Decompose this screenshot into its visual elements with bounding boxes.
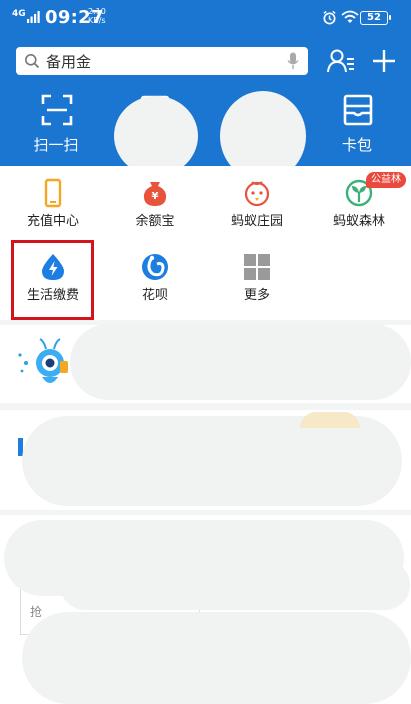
card-wallet-button[interactable]: 卡包 <box>317 94 397 164</box>
phone-recharge-icon <box>44 178 62 208</box>
service-label: 蚂蚁森林 <box>332 214 385 229</box>
service-ant-farm[interactable]: 蚂蚁庄园 <box>208 170 306 242</box>
privacy-blur <box>22 416 402 506</box>
card-decoration <box>300 412 360 428</box>
alarm-icon <box>323 10 336 25</box>
ant-farm-icon <box>244 181 270 207</box>
battery-indicator: 52 <box>360 11 391 25</box>
search-input[interactable]: 备用金 <box>16 47 308 75</box>
search-placeholder: 备用金 <box>46 53 92 71</box>
service-label: 余额宝 <box>135 214 175 229</box>
contacts-icon[interactable] <box>327 48 355 74</box>
service-utility-bill[interactable]: 生活缴费 <box>4 244 102 316</box>
wifi-icon <box>341 10 359 23</box>
card-wallet-icon <box>343 94 373 126</box>
signal-icon <box>27 11 40 23</box>
service-label: 花呗 <box>141 288 168 303</box>
service-huabei[interactable]: 花呗 <box>106 244 204 316</box>
scan-icon <box>41 94 73 126</box>
service-label: 蚂蚁庄园 <box>230 214 283 229</box>
card-wallet-label: 卡包 <box>341 136 372 154</box>
huabei-icon <box>142 254 168 280</box>
service-yuebao[interactable]: ¥ 余额宝 <box>106 170 204 242</box>
feed-placeholder-text: 抢 <box>30 605 43 619</box>
plus-icon[interactable] <box>371 48 397 74</box>
utility-bill-icon <box>42 254 64 280</box>
yuebao-icon: ¥ <box>143 182 167 206</box>
scan-label: 扫一扫 <box>33 136 79 154</box>
more-grid-icon <box>244 254 270 280</box>
privacy-blur <box>60 560 410 610</box>
search-icon <box>25 54 40 69</box>
network-speed: 2.10 KB/s <box>88 7 106 25</box>
services-grid: 充值中心 ¥ 余额宝 蚂蚁庄园 蚂蚁森林 生活缴费 花呗 更多 <box>0 166 411 320</box>
service-label: 更多 <box>243 288 270 303</box>
scan-button[interactable]: 扫一扫 <box>16 94 96 164</box>
privacy-blur <box>70 324 411 400</box>
microphone-icon[interactable] <box>287 52 299 70</box>
alipay-home-screen: 4G 09:27 2.10 KB/s 52 备用金 扫一扫 卡包 充值中心 ¥ … <box>0 0 411 704</box>
privacy-blur <box>114 96 198 176</box>
svg-text:¥: ¥ <box>152 191 159 202</box>
service-label: 充值中心 <box>26 214 79 229</box>
status-bar: 4G 09:27 2.10 KB/s 52 <box>0 0 411 36</box>
privacy-blur <box>22 612 411 704</box>
network-type: 4G <box>12 9 26 19</box>
service-more[interactable]: 更多 <box>208 244 306 316</box>
header: 备用金 扫一扫 卡包 <box>0 36 411 166</box>
public-welfare-badge: 公益林 <box>366 172 406 188</box>
service-label: 生活缴费 <box>26 288 79 303</box>
service-phone-recharge[interactable]: 充值中心 <box>4 170 102 242</box>
